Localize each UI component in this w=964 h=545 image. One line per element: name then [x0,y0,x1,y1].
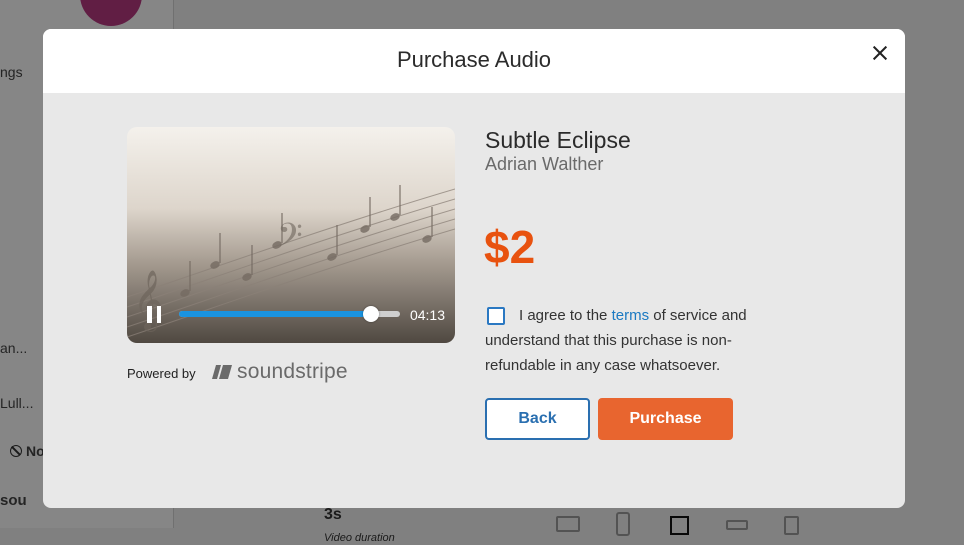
purchase-modal: Purchase Audio 𝄞 𝄢 04:13 Powered by soun… [43,29,905,508]
terms-agreement: I agree to the terms of service and unde… [485,303,785,378]
audio-player: 𝄞 𝄢 04:13 [127,127,455,343]
pause-icon[interactable] [147,306,161,323]
progress-thumb[interactable] [363,306,380,322]
player-controls: 04:13 [127,291,455,343]
progress-bar[interactable] [179,306,400,322]
terms-link[interactable]: terms [612,307,650,324]
svg-text:𝄢: 𝄢 [277,217,303,263]
modal-title: Purchase Audio [396,47,552,72]
modal-header: Purchase Audio [43,29,905,93]
terms-prefix: I agree to the [519,307,612,324]
track-artist: Adrian Walther [485,154,604,174]
soundstripe-wordmark: soundstripe [237,360,348,383]
progress-fill [179,311,372,317]
back-button[interactable]: Back [485,398,590,440]
powered-by-label: Powered by [127,366,196,381]
close-icon[interactable] [869,42,891,64]
purchase-button[interactable]: Purchase [598,398,733,440]
soundstripe-logo-icon [212,365,232,379]
time-display: 04:13 [409,307,445,323]
soundstripe-logo: soundstripe [211,360,348,384]
terms-checkbox[interactable] [487,307,505,325]
terms-text: I agree to the terms of service and unde… [485,303,785,378]
track-title: Subtle Eclipse [485,127,631,153]
price: $2 [484,221,536,273]
